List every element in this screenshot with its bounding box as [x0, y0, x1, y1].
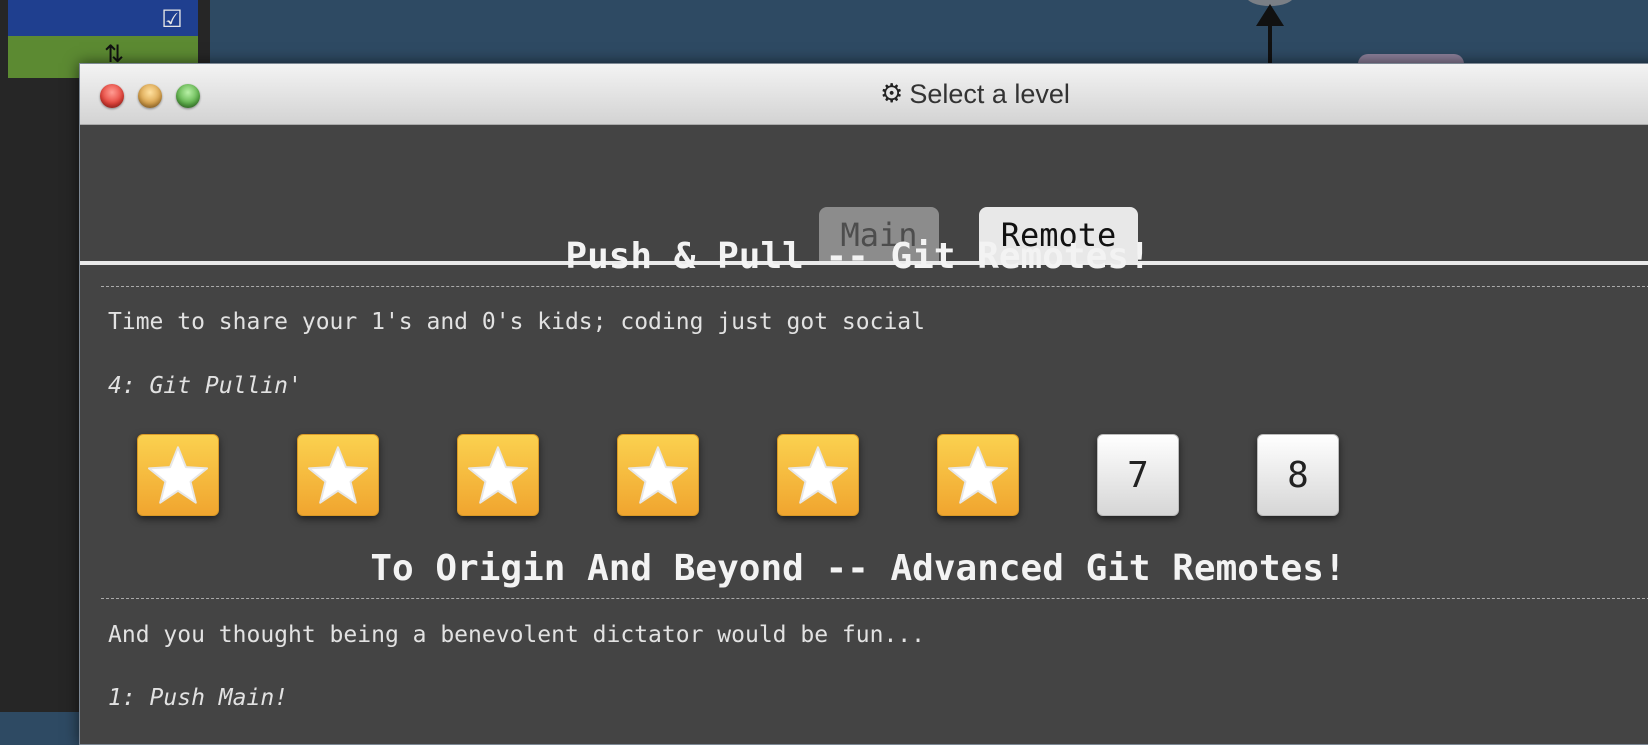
zoom-window-button[interactable]: [176, 84, 200, 108]
sequence-title: To Origin And Beyond -- Advanced Git Rem…: [370, 548, 1346, 589]
level-number: 8: [1287, 454, 1309, 496]
star-icon: [947, 446, 1009, 504]
gear-icon: ⚙: [880, 79, 904, 109]
close-window-button[interactable]: [100, 84, 124, 108]
title-bar: ⚙ Select a level: [80, 64, 1648, 125]
sequence-title: Push & Pull -- Git Remotes!: [565, 236, 1151, 277]
selected-level-name: 1: Push Main!: [108, 685, 289, 711]
dashed-divider: [101, 598, 1648, 599]
window-title-text: Select a level: [909, 78, 1070, 109]
dashed-divider: [101, 286, 1648, 287]
background-branch-line: [1268, 14, 1272, 64]
star-icon: [147, 446, 209, 504]
minimize-window-button[interactable]: [138, 84, 162, 108]
level-button-2[interactable]: [297, 434, 379, 516]
sequence-description: And you thought being a benevolent dicta…: [108, 622, 925, 648]
checkbox-icon: ☑: [161, 5, 183, 33]
selected-level-name: 4: Git Pullin': [108, 373, 302, 399]
level-button-8[interactable]: 8: [1257, 434, 1339, 516]
star-icon: [627, 446, 689, 504]
star-icon: [467, 446, 529, 504]
level-button-6[interactable]: [937, 434, 1019, 516]
level-button-7[interactable]: 7: [1097, 434, 1179, 516]
level-button-5[interactable]: [777, 434, 859, 516]
star-icon: [307, 446, 369, 504]
star-icon: [787, 446, 849, 504]
level-button-4[interactable]: [617, 434, 699, 516]
sequence-description: Time to share your 1's and 0's kids; cod…: [108, 309, 925, 335]
level-button-3[interactable]: [457, 434, 539, 516]
level-number: 7: [1127, 454, 1149, 496]
window-title: ⚙ Select a level: [880, 78, 1070, 110]
level-list: Push & Pull -- Git Remotes! Time to shar…: [80, 204, 1648, 744]
level-select-dialog: ⚙ Select a level Main Remote Push & Pull…: [79, 63, 1648, 745]
level-button-1[interactable]: [137, 434, 219, 516]
